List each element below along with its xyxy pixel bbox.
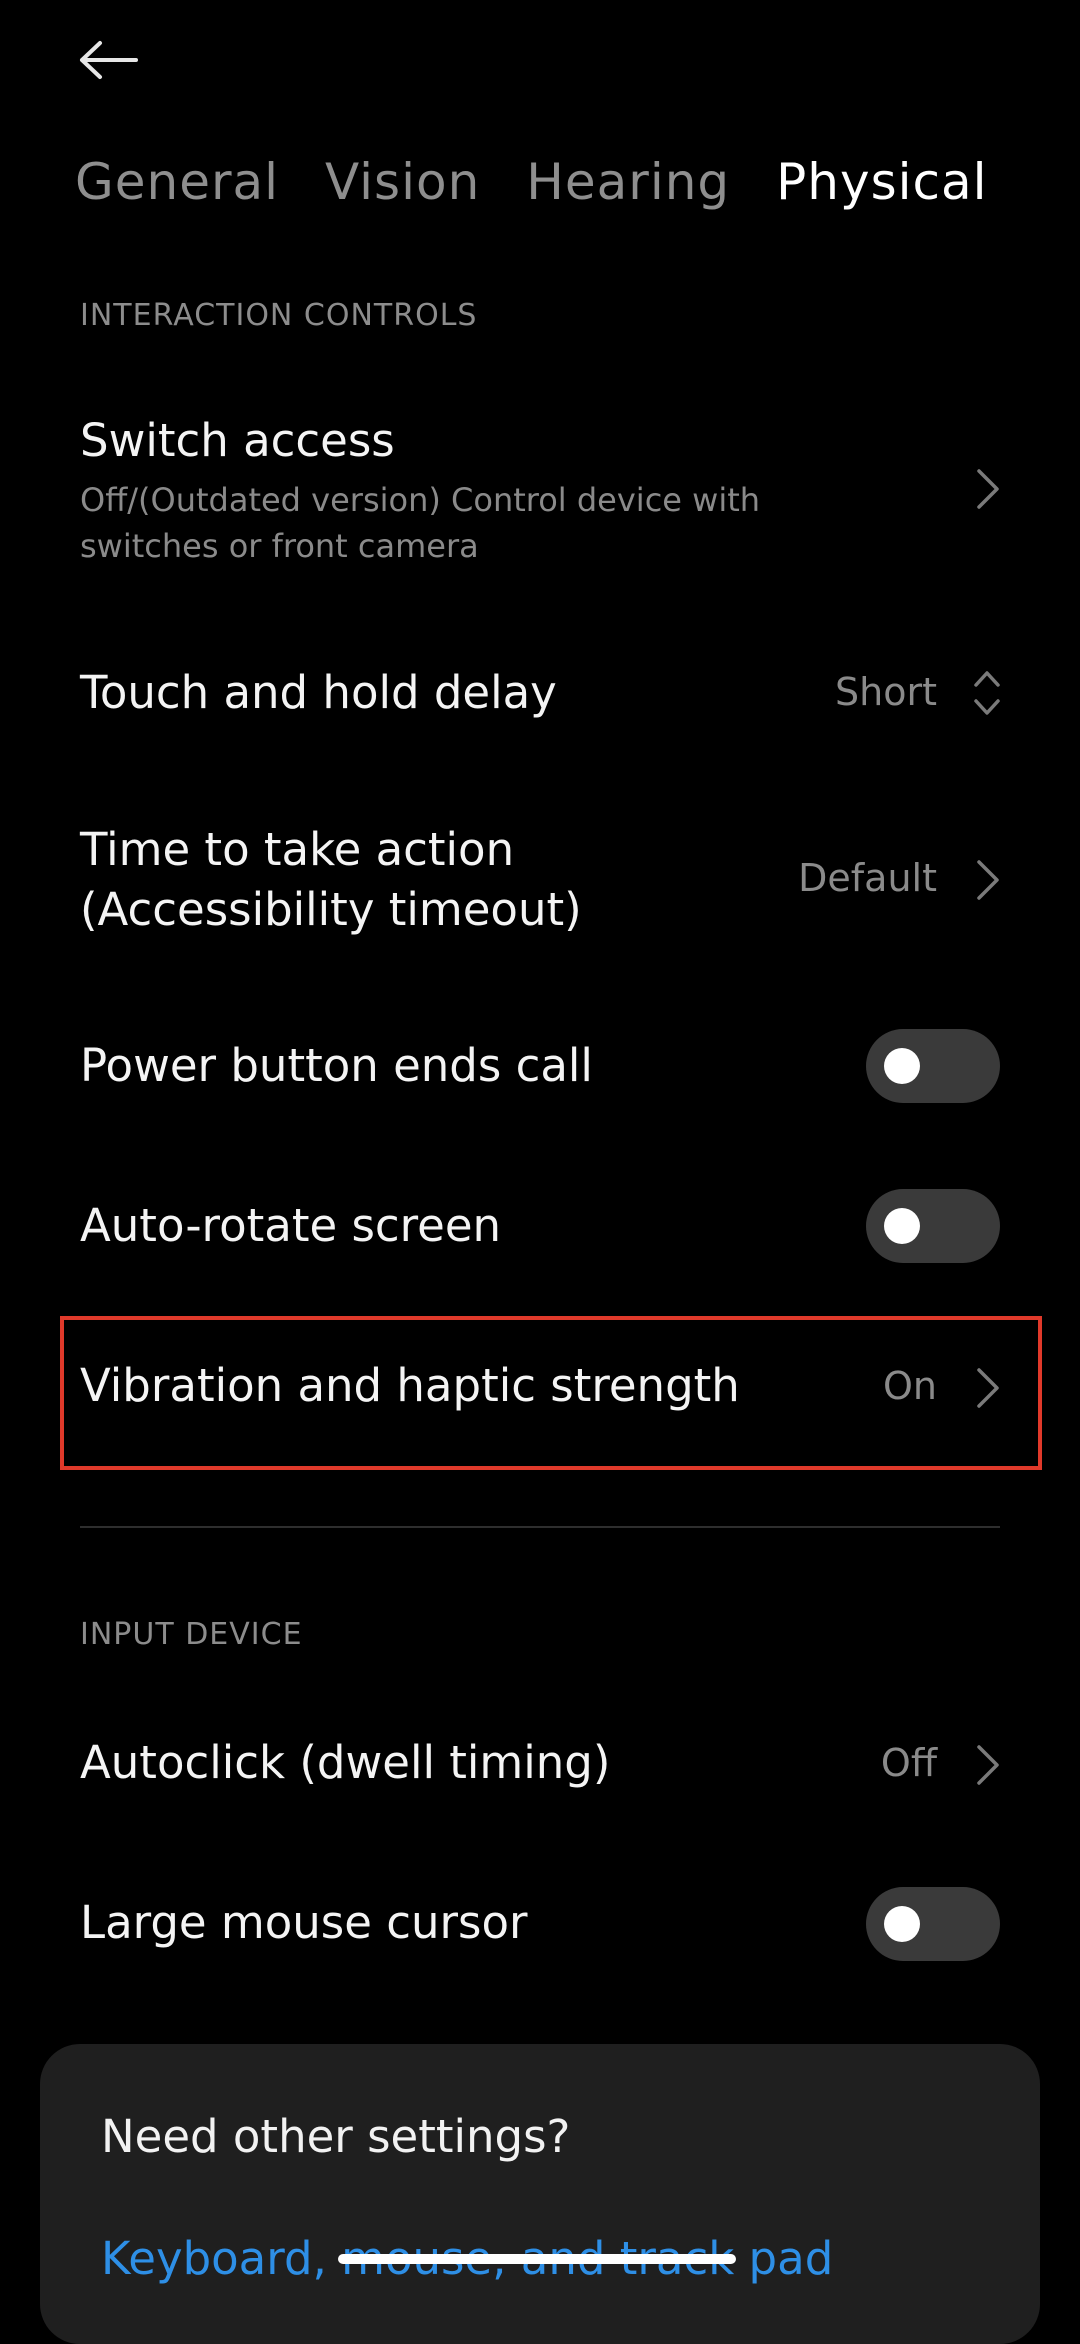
auto-rotate-screen-toggle[interactable] (866, 1189, 1000, 1263)
time-to-take-action-title-line2: (Accessibility timeout) (80, 883, 582, 936)
back-button[interactable] (72, 24, 144, 96)
switch-access-subtitle: Off/(Outdated version) Control device wi… (80, 481, 761, 565)
time-to-take-action-value: Default (798, 856, 937, 900)
chevron-up-down-icon (974, 671, 1000, 715)
chevron-right-icon (977, 860, 999, 900)
large-mouse-cursor-toggle[interactable] (866, 1887, 1000, 1961)
tab-general[interactable]: General (75, 153, 279, 211)
home-indicator[interactable] (338, 2254, 736, 2264)
other-settings-title: Need other settings? (101, 2110, 571, 2163)
chevron-right-icon (977, 1745, 999, 1785)
section-title-interaction-controls: INTERACTION CONTROLS (80, 298, 478, 333)
toggle-knob (884, 1048, 920, 1084)
tab-hearing[interactable]: Hearing (526, 153, 730, 211)
tab-physical[interactable]: Physical (776, 153, 987, 211)
other-settings-card (40, 2044, 1040, 2344)
section-divider (80, 1526, 1000, 1528)
toggle-knob (884, 1208, 920, 1244)
arrow-left-icon (80, 41, 138, 79)
vibration-haptic-value: On (883, 1364, 937, 1408)
tab-vision[interactable]: Vision (325, 153, 480, 211)
touch-hold-delay-title: Touch and hold delay (80, 666, 557, 719)
power-button-ends-call-toggle[interactable] (866, 1029, 1000, 1103)
auto-rotate-screen-title: Auto-rotate screen (80, 1199, 502, 1252)
category-tabs: General Vision Hearing Physical (75, 150, 988, 214)
vibration-haptic-title: Vibration and haptic strength (80, 1359, 740, 1412)
time-to-take-action-title-line1: Time to take action (80, 823, 515, 876)
chevron-right-icon (977, 1368, 999, 1408)
switch-access-title: Switch access (80, 414, 395, 467)
chevron-right-icon (977, 469, 999, 509)
autoclick-value: Off (880, 1741, 937, 1785)
large-mouse-cursor-title: Large mouse cursor (80, 1896, 528, 1949)
power-button-ends-call-title: Power button ends call (80, 1039, 593, 1092)
touch-hold-delay-value: Short (835, 670, 937, 714)
section-title-input-device: INPUT DEVICE (80, 1617, 303, 1652)
autoclick-title: Autoclick (dwell timing) (80, 1736, 611, 1789)
toggle-knob (884, 1906, 920, 1942)
